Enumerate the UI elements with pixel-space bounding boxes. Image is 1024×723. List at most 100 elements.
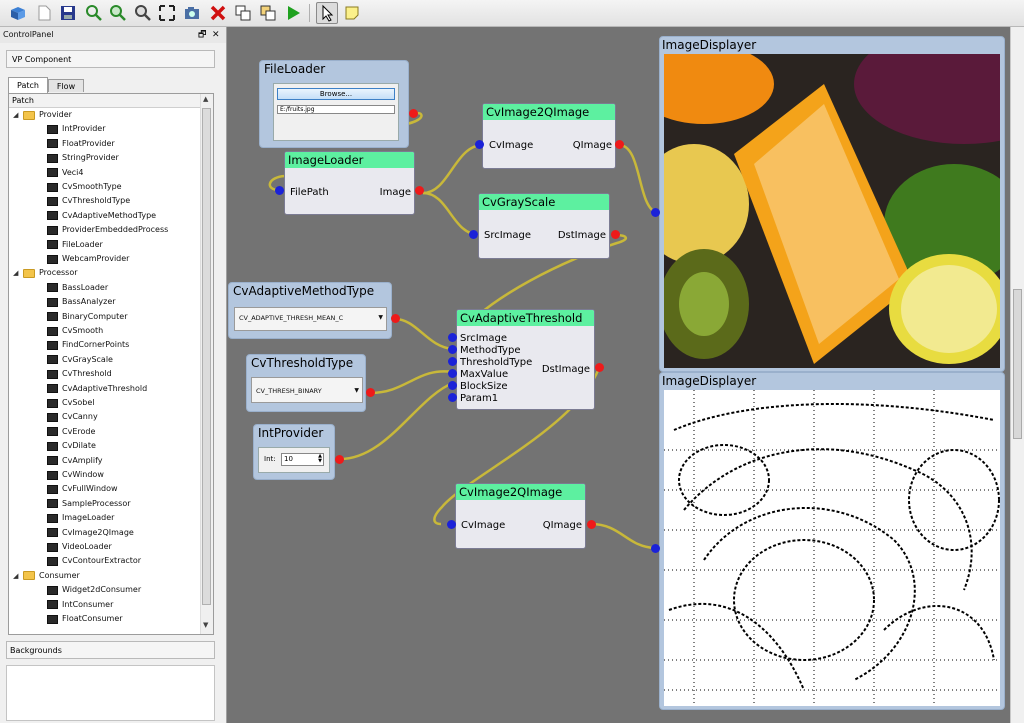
tree-item[interactable]: StringProvider	[47, 151, 119, 165]
tree-category-processor[interactable]: ◢ Processor	[13, 266, 78, 280]
note-icon[interactable]	[342, 3, 362, 23]
tree-item[interactable]: CvFullWindow	[47, 482, 118, 496]
backgrounds-label[interactable]: Backgrounds	[6, 641, 215, 659]
tree-item[interactable]: IntProvider	[47, 122, 106, 136]
tree-item[interactable]: IntConsumer	[47, 598, 113, 612]
tab-flow[interactable]: Flow	[48, 79, 84, 92]
tree-item[interactable]: WebcamProvider	[47, 252, 129, 266]
tree-item[interactable]: Widget2dConsumer	[47, 583, 141, 597]
tree-item[interactable]: FloatProvider	[47, 137, 115, 151]
tree-item[interactable]: CvErode	[47, 425, 95, 439]
cvimage2qimage-out-port[interactable]	[615, 140, 624, 149]
cvimage2qimage2-out-port[interactable]	[587, 520, 596, 529]
tree-item[interactable]: VideoLoader	[47, 540, 112, 554]
tree-item[interactable]: CvAdaptiveThreshold	[47, 382, 147, 396]
run-icon[interactable]	[283, 3, 303, 23]
tree-item[interactable]: BinaryComputer	[47, 310, 127, 324]
cvimage2qimage-in-port[interactable]	[475, 140, 484, 149]
tree-item[interactable]: CvContourExtractor	[47, 554, 141, 568]
cvgrayscale-out-port[interactable]	[611, 230, 620, 239]
tree-category-consumer[interactable]: ◢ Consumer	[13, 569, 80, 583]
zoom-out-icon[interactable]	[133, 3, 153, 23]
tree-scrollbar[interactable]: ▲ ▼	[200, 94, 213, 634]
tree-item[interactable]: CvThreshold	[47, 367, 112, 381]
tree-item[interactable]: CvGrayScale	[47, 353, 113, 367]
scroll-up-icon[interactable]: ▲	[203, 95, 208, 103]
imageloader-out-port[interactable]	[415, 186, 424, 195]
tree-item[interactable]: CvImage2QImage	[47, 526, 134, 540]
cvadaptivethreshold-out-port[interactable]	[595, 363, 604, 372]
imagedisplayer-node[interactable]: ImageDisplayer	[659, 372, 1005, 710]
open-icon[interactable]	[8, 3, 28, 23]
tree-item[interactable]: CvAdaptiveMethodType	[47, 209, 156, 223]
tree-scroll-thumb[interactable]	[202, 108, 211, 605]
tree-item[interactable]: CvSmoothType	[47, 180, 122, 194]
cvimage2qimage2-in-port[interactable]	[447, 520, 456, 529]
tree-category-provider[interactable]: ◢ Provider	[13, 108, 72, 122]
zoom-fit-icon[interactable]	[84, 3, 104, 23]
cvgrayscale-node[interactable]: CvGrayScale SrcImage DstImage	[478, 193, 610, 259]
close-panel-icon[interactable]: ✕	[212, 27, 220, 43]
cvadaptivemethodtype-out-port[interactable]	[391, 314, 400, 323]
patch-canvas[interactable]: FileLoader Browse... E:/fruits.jpg Image…	[227, 27, 1010, 723]
tree-item[interactable]: FloatConsumer	[47, 612, 123, 626]
tree-item[interactable]: BassAnalyzer	[47, 295, 116, 309]
fileloader-node[interactable]: FileLoader Browse... E:/fruits.jpg	[259, 60, 409, 148]
cvadaptivethreshold-node[interactable]: CvAdaptiveThreshold SrcImage MethodType …	[456, 309, 595, 410]
threshold-type-select[interactable]: CV_THRESH_BINARY ▼	[251, 377, 363, 403]
tree-item[interactable]: ProviderEmbeddedProcess	[47, 223, 168, 237]
cvimage2qimage-node[interactable]: CvImage2QImage CvImage QImage	[482, 103, 616, 169]
float-panel-icon[interactable]: 🗗	[198, 27, 206, 43]
cvgrayscale-in-port[interactable]	[469, 230, 478, 239]
tree-item[interactable]: SampleProcessor	[47, 497, 131, 511]
int-value-input[interactable]: 10 ▲ ▼	[281, 453, 324, 466]
copy-icon[interactable]	[233, 3, 253, 23]
intprovider-out-port[interactable]	[335, 455, 344, 464]
tree-item[interactable]: FindCornerPoints	[47, 338, 129, 352]
tree-item[interactable]: ImageLoader	[47, 511, 114, 525]
imageloader-node[interactable]: ImageLoader FilePath Image	[284, 151, 415, 215]
cvimage2qimage-node[interactable]: CvImage2QImage CvImage QImage	[455, 483, 586, 549]
paste-icon[interactable]	[258, 3, 278, 23]
maxvalue-in-port[interactable]	[448, 369, 457, 378]
imagedisplayer1-in-port[interactable]	[651, 208, 660, 217]
tree-item[interactable]: Veci4	[47, 166, 83, 180]
fullscreen-icon[interactable]	[157, 3, 177, 23]
canvas-scroll-thumb[interactable]	[1013, 289, 1022, 439]
file-path-field[interactable]: E:/fruits.jpg	[277, 105, 395, 114]
tree-item[interactable]: FileLoader	[47, 238, 103, 252]
expand-arrow-icon[interactable]: ◢	[13, 266, 23, 280]
adaptive-method-select[interactable]: CV_ADAPTIVE_THRESH_MEAN_C ▼	[234, 307, 387, 331]
imagedisplayer2-in-port[interactable]	[651, 544, 660, 553]
canvas-scrollbar[interactable]	[1010, 27, 1024, 723]
blocksize-in-port[interactable]	[448, 381, 457, 390]
save-icon[interactable]	[58, 3, 78, 23]
tree-item[interactable]: CvSmooth	[47, 324, 103, 338]
imagedisplayer-node[interactable]: ImageDisplayer	[659, 36, 1005, 372]
expand-arrow-icon[interactable]: ◢	[13, 569, 23, 583]
scroll-down-icon[interactable]: ▼	[203, 621, 208, 629]
zoom-in-icon[interactable]	[108, 3, 128, 23]
vp-component-button[interactable]: VP Component	[6, 50, 215, 68]
thresholdtype-in-port[interactable]	[448, 357, 457, 366]
spin-arrows-icon[interactable]: ▲ ▼	[318, 454, 322, 464]
srcimage-in-port[interactable]	[448, 333, 457, 342]
tree-item[interactable]: CvCanny	[47, 410, 98, 424]
tab-patch[interactable]: Patch	[8, 77, 48, 93]
tree-item[interactable]: BassLoader	[47, 281, 108, 295]
imageloader-in-port[interactable]	[275, 186, 284, 195]
tree-item[interactable]: CvThresholdType	[47, 194, 130, 208]
tree-item[interactable]: CvAmplify	[47, 454, 103, 468]
screenshot-icon[interactable]	[182, 3, 202, 23]
tree-item[interactable]: CvSobel	[47, 396, 95, 410]
cvadaptivemethodtype-node[interactable]: CvAdaptiveMethodType CV_ADAPTIVE_THRESH_…	[228, 282, 392, 339]
param1-in-port[interactable]	[448, 393, 457, 402]
cvthresholdtype-out-port[interactable]	[366, 388, 375, 397]
methodtype-in-port[interactable]	[448, 345, 457, 354]
intprovider-node[interactable]: IntProvider Int: 10 ▲ ▼	[253, 424, 335, 480]
new-icon[interactable]	[34, 3, 54, 23]
tree-item[interactable]: CvDilate	[47, 439, 96, 453]
expand-arrow-icon[interactable]: ◢	[13, 108, 23, 122]
delete-icon[interactable]	[208, 3, 228, 23]
pointer-icon[interactable]	[316, 2, 338, 24]
